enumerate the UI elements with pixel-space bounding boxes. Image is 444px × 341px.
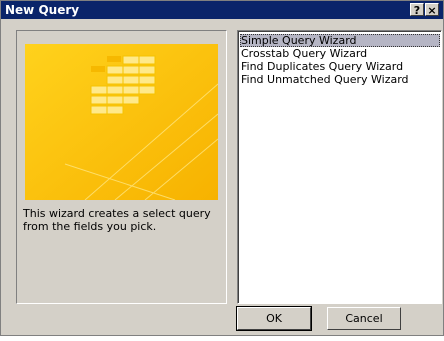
dialog-title: New Query xyxy=(5,3,80,17)
wizard-description: This wizard creates a select query from … xyxy=(23,207,211,233)
close-button[interactable]: × xyxy=(425,3,439,17)
list-item[interactable]: Simple Query Wizard xyxy=(240,34,440,47)
list-item[interactable]: Find Duplicates Query Wizard xyxy=(240,60,440,73)
wizard-list[interactable]: Simple Query Wizard Crosstab Query Wizard… xyxy=(237,30,442,304)
cancel-button[interactable]: Cancel xyxy=(327,307,401,330)
list-item[interactable]: Find Unmatched Query Wizard xyxy=(240,73,440,86)
query-wizard-illustration xyxy=(25,44,218,200)
title-bar[interactable]: New Query ? × xyxy=(1,1,443,19)
list-item[interactable]: Crosstab Query Wizard xyxy=(240,47,440,60)
help-button[interactable]: ? xyxy=(410,3,424,17)
new-query-dialog: New Query ? × This wizard creates a sele… xyxy=(0,0,444,336)
wizard-list-items: Simple Query Wizard Crosstab Query Wizard… xyxy=(238,31,441,303)
ok-button[interactable]: OK xyxy=(236,306,312,331)
preview-panel: This wizard creates a select query from … xyxy=(16,30,227,304)
